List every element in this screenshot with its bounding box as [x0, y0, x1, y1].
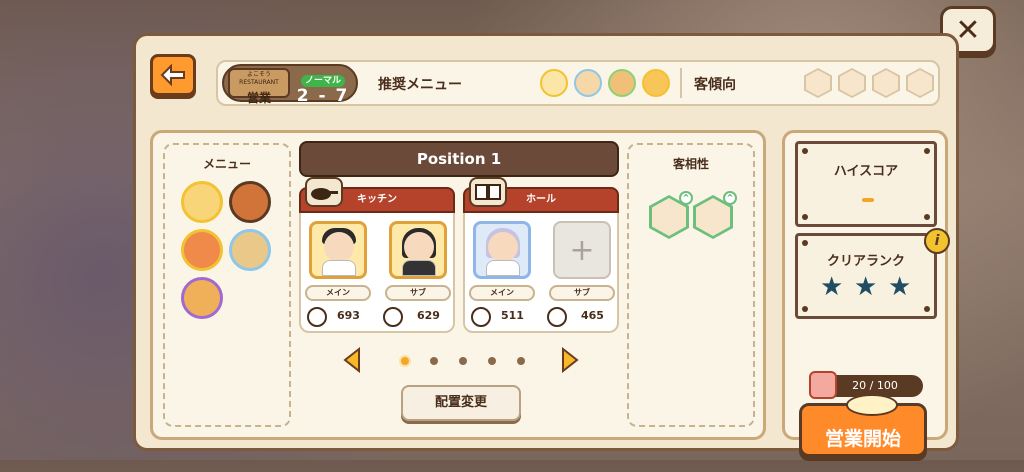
position-content: メニュー Position 1 キッチン メイン サブ 693 629 ホール …	[150, 130, 766, 440]
position-title: Position 1	[299, 141, 619, 177]
menu-item-omurice[interactable]	[181, 181, 223, 223]
kitchen-sub-slot[interactable]	[389, 221, 447, 279]
divider	[680, 68, 682, 98]
menu-item-donburi[interactable]	[229, 181, 271, 223]
hall-main-slot[interactable]	[473, 221, 531, 279]
kitchen-sub-role: サブ	[385, 285, 451, 301]
info-icon[interactable]: i	[924, 228, 950, 254]
customer-avatar-2[interactable]	[838, 68, 866, 98]
pasta-icon[interactable]	[574, 69, 602, 97]
stage-setup-panel: よこそう RESTAURANT 営業 ノーマル 2 - 7 推奨メニュー 客傾向…	[133, 33, 959, 457]
rank-star-icon: ★	[854, 272, 878, 302]
up-arrow-icon: ^	[679, 191, 693, 205]
ticket-icon	[809, 371, 837, 399]
restaurant-sign: よこそう RESTAURANT 営業	[228, 68, 290, 105]
hall-sub-slot-empty[interactable]: +	[553, 221, 611, 279]
clear-rank-title: クリアランク	[826, 254, 905, 269]
stage-mode: ノーマル 2 - 7	[292, 68, 354, 105]
stage-number: 2 - 7	[296, 86, 350, 106]
cooking-pot-icon	[307, 307, 327, 327]
high-score-title: ハイスコア	[833, 164, 899, 179]
menu-item-fried-rice[interactable]	[229, 229, 271, 271]
clear-rank-card: クリアランク ★ ★ ★ i	[795, 228, 950, 319]
stage-info-bar: よこそう RESTAURANT 営業 ノーマル 2 - 7 推奨メニュー 客傾向	[216, 60, 940, 106]
hall-main-role: メイン	[469, 285, 535, 301]
kitchen-main-slot[interactable]	[309, 221, 367, 279]
page-dot-1[interactable]	[401, 357, 409, 365]
customer-avatar-3[interactable]	[872, 68, 900, 98]
food-plate-icon	[846, 394, 898, 416]
prev-page-arrow-icon[interactable]	[341, 347, 363, 373]
page-dot-3[interactable]	[459, 357, 467, 365]
sign-title: 営業	[246, 91, 271, 105]
hall-sub-stat: 465	[581, 309, 604, 322]
start-business-label: 営業開始	[824, 428, 901, 450]
smile-icon	[547, 307, 567, 327]
page-dot-4[interactable]	[488, 357, 496, 365]
customer-compat-box: 客相性 ^ ^	[627, 143, 755, 427]
hall-station: ホール + メイン サブ 511 465	[463, 177, 619, 333]
rank-star-icon: ★	[888, 272, 912, 302]
kitchen-main-stat: 693	[337, 309, 360, 322]
menu-book-icon	[469, 177, 507, 207]
omelette-icon[interactable]	[540, 69, 568, 97]
notepad-icon	[471, 307, 491, 327]
hall-main-stat: 511	[501, 309, 524, 322]
stage-badge: よこそう RESTAURANT 営業 ノーマル 2 - 7	[222, 64, 358, 105]
customer-avatar-1[interactable]	[804, 68, 832, 98]
kitchen-station: キッチン メイン サブ 693 629	[299, 177, 455, 333]
high-score-card: ハイスコア	[795, 141, 937, 227]
plate-icon	[383, 307, 403, 327]
back-button[interactable]	[150, 54, 196, 96]
kitchen-main-role: メイン	[305, 285, 371, 301]
compat-title: 客相性	[672, 157, 709, 171]
menu-title: メニュー	[202, 157, 251, 171]
result-column: ハイスコア クリアランク ★ ★ ★ i 20 / 100 営業開始	[782, 130, 950, 457]
menu-item-chicken[interactable]	[181, 229, 223, 271]
hall-sub-role: サブ	[549, 285, 615, 301]
add-icon: +	[569, 232, 595, 268]
sign-subtitle: よこそう RESTAURANT	[239, 71, 279, 86]
change-placement-button[interactable]: 配置変更	[401, 385, 521, 421]
page-dot-5[interactable]	[517, 357, 525, 365]
rank-star-icon: ★	[820, 272, 844, 302]
high-score-value	[862, 198, 874, 202]
menu-item-tempura[interactable]	[181, 277, 223, 319]
frying-pan-icon	[305, 177, 343, 207]
recommended-menu-label: 推奨メニュー	[378, 77, 462, 93]
next-page-arrow-icon[interactable]	[559, 347, 581, 373]
ticket-count: 20 / 100	[852, 379, 898, 392]
page-dot-2[interactable]	[430, 357, 438, 365]
customer-avatar-4[interactable]	[906, 68, 934, 98]
menu-list-box: メニュー	[163, 143, 291, 427]
curry-icon[interactable]	[608, 69, 636, 97]
back-arrow-icon	[160, 64, 185, 86]
up-arrow-icon: ^	[723, 191, 737, 205]
customer-tendency-label: 客傾向	[694, 77, 736, 93]
start-business-button[interactable]: 営業開始	[799, 394, 927, 457]
omurice-icon[interactable]	[642, 69, 670, 97]
kitchen-sub-stat: 629	[417, 309, 440, 322]
